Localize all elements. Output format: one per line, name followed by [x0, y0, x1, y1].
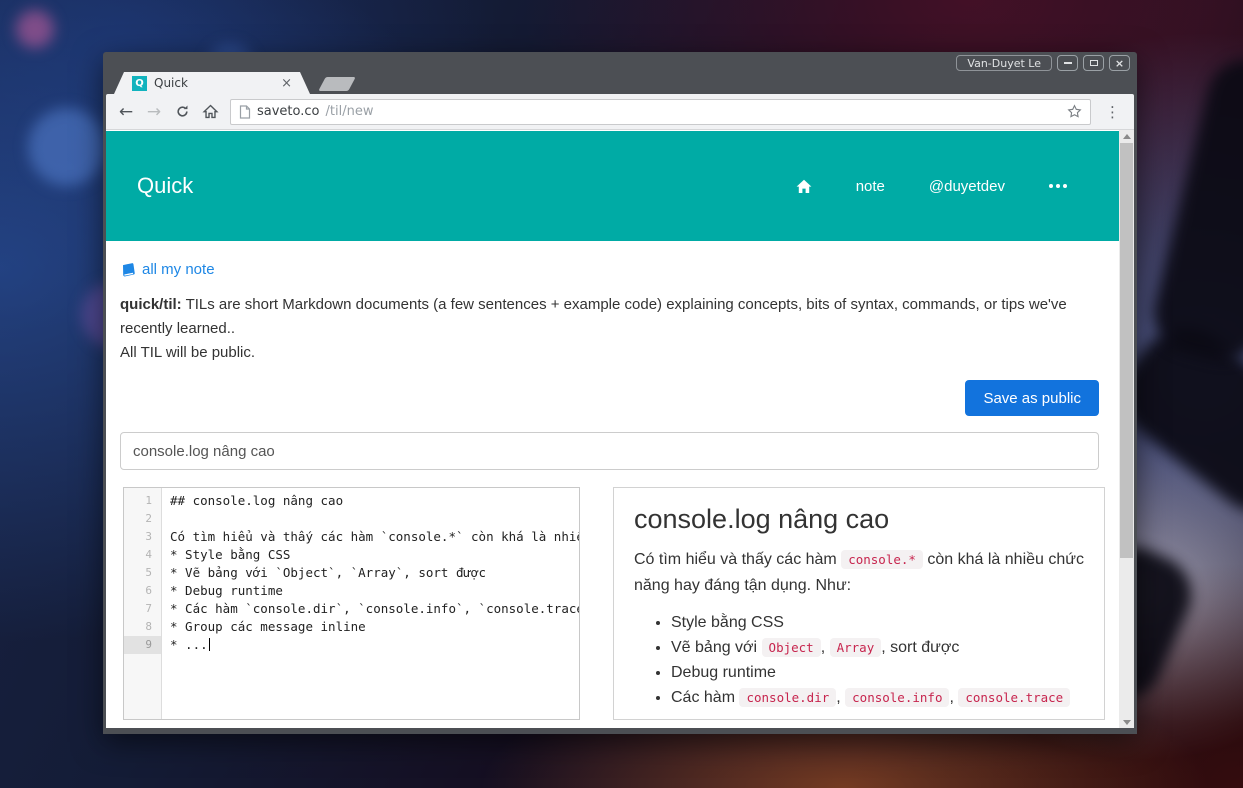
- tab-close-icon[interactable]: ×: [281, 76, 292, 91]
- tab-strip: Q Quick ×: [106, 72, 1134, 94]
- nav-more-icon[interactable]: [1049, 184, 1067, 188]
- forward-button[interactable]: →: [142, 100, 166, 124]
- page-content: all my note quick/til: TILs are short Ma…: [106, 261, 1119, 470]
- text-cursor: [209, 638, 210, 651]
- editor-line-number: 6: [124, 582, 161, 600]
- editor-line[interactable]: * Style bằng CSS: [170, 546, 579, 564]
- preview-list: Style bằng CSSVẽ bảng với Object, Array,…: [634, 611, 1084, 710]
- note-title-input[interactable]: [120, 432, 1099, 470]
- bokeh-light: [16, 10, 54, 48]
- editor-line-number: 4: [124, 546, 161, 564]
- editor-line[interactable]: * Group các message inline: [170, 618, 579, 636]
- inline-code: console.info: [845, 688, 949, 707]
- nav-home-icon[interactable]: [796, 179, 812, 194]
- site-brand[interactable]: Quick: [137, 173, 193, 199]
- window-titlebar[interactable]: Van-Duyet Le ×: [106, 52, 1134, 72]
- preview-list-item: Debug runtime: [671, 661, 1084, 685]
- browser-window: Van-Duyet Le × Q Quick × ← →: [103, 52, 1137, 734]
- scroll-down-button[interactable]: [1119, 716, 1134, 728]
- browser-tab[interactable]: Q Quick ×: [114, 72, 310, 94]
- browser-viewport: Quick note @duyetdev all my note: [106, 130, 1134, 728]
- close-icon: ×: [1115, 57, 1124, 70]
- maximize-icon: [1090, 60, 1098, 66]
- editor-line[interactable]: [170, 510, 579, 528]
- bokeh-light: [28, 108, 106, 186]
- preview-list-item: Các hàm console.dir, console.info, conso…: [671, 686, 1084, 710]
- book-icon: [120, 262, 136, 278]
- maximize-button[interactable]: [1083, 55, 1104, 71]
- site-nav: note @duyetdev: [796, 178, 1067, 195]
- editor-line-number: 8: [124, 618, 161, 636]
- crowd-silhouette: [1145, 51, 1243, 369]
- home-button[interactable]: [198, 100, 222, 124]
- back-icon: ←: [119, 102, 133, 122]
- bookmark-star-icon[interactable]: [1067, 104, 1082, 119]
- scroll-up-button[interactable]: [1119, 130, 1134, 142]
- save-as-public-button[interactable]: Save as public: [965, 380, 1099, 416]
- back-button[interactable]: ←: [114, 100, 138, 124]
- editor-gutter: 123456789: [124, 488, 162, 719]
- intro-line2: All TIL will be public.: [120, 341, 1099, 365]
- viewport-scrollbar[interactable]: [1119, 130, 1134, 728]
- new-tab-button[interactable]: [318, 77, 355, 91]
- intro-bold: quick/til:: [120, 296, 182, 313]
- inline-code: console.dir: [739, 688, 836, 707]
- editor-line-number: 5: [124, 564, 161, 582]
- inline-code: Object: [762, 638, 821, 657]
- nav-item-note[interactable]: note: [856, 178, 885, 195]
- editor-line[interactable]: * Các hàm `console.dir`, `console.info`,…: [170, 600, 579, 618]
- page-icon: [239, 105, 251, 119]
- scroll-up-icon: [1123, 134, 1131, 139]
- preview-list-item: Style bằng CSS: [671, 611, 1084, 635]
- minimize-button[interactable]: [1057, 55, 1078, 71]
- editor-line-number: 3: [124, 528, 161, 546]
- editor-line-number: 1: [124, 492, 161, 510]
- intro-text: quick/til: TILs are short Markdown docum…: [120, 293, 1099, 365]
- preview-list-item: Vẽ bảng với Object, Array, sort được: [671, 636, 1084, 660]
- window-title-label[interactable]: Van-Duyet Le: [956, 55, 1052, 71]
- browser-toolbar: ← → saveto.co/til/new ⋮: [106, 94, 1134, 130]
- editor-line[interactable]: * Debug runtime: [170, 582, 579, 600]
- scroll-down-icon: [1123, 720, 1131, 725]
- editor-line-number: 9: [124, 636, 161, 654]
- close-button[interactable]: ×: [1109, 55, 1130, 71]
- minimize-icon: [1064, 62, 1072, 64]
- web-page: Quick note @duyetdev all my note: [106, 130, 1119, 728]
- reload-icon: [175, 104, 190, 119]
- editor-line[interactable]: * ...: [170, 636, 579, 654]
- site-header: Quick note @duyetdev: [106, 131, 1119, 241]
- editor-line[interactable]: * Vẽ bảng với `Object`, `Array`, sort đư…: [170, 564, 579, 582]
- home-icon: [202, 103, 219, 120]
- nav-item-username[interactable]: @duyetdev: [929, 178, 1005, 195]
- editor-line[interactable]: Có tìm hiểu và thấy các hàm `console.*` …: [170, 528, 579, 546]
- editor-line-number: 2: [124, 510, 161, 528]
- editor-line-number: 7: [124, 600, 161, 618]
- url-path: /til/new: [326, 104, 374, 119]
- inline-code: console.*: [841, 550, 923, 569]
- markdown-preview[interactable]: console.log nâng cao Có tìm hiểu và thấy…: [613, 487, 1105, 720]
- address-bar[interactable]: saveto.co/til/new: [230, 99, 1091, 125]
- inline-code: Array: [830, 638, 882, 657]
- tab-favicon: Q: [132, 76, 147, 91]
- reload-button[interactable]: [170, 100, 194, 124]
- preview-heading: console.log nâng cao: [634, 504, 1084, 535]
- markdown-editor[interactable]: 123456789 ## console.log nâng cao Có tìm …: [123, 487, 580, 720]
- editor-preview-split: 123456789 ## console.log nâng cao Có tìm …: [106, 487, 1119, 720]
- preview-paragraph: Có tìm hiểu và thấy các hàm console.* cò…: [634, 547, 1084, 599]
- scrollbar-thumb[interactable]: [1120, 143, 1133, 558]
- tab-title: Quick: [154, 76, 274, 90]
- inline-code: console.trace: [958, 688, 1070, 707]
- url-host: saveto.co: [257, 104, 320, 119]
- intro-body: TILs are short Markdown documents (a few…: [120, 296, 1067, 337]
- browser-menu-icon[interactable]: ⋮: [1099, 103, 1126, 121]
- forward-icon: →: [147, 102, 161, 122]
- editor-line[interactable]: ## console.log nâng cao: [170, 492, 579, 510]
- editor-code[interactable]: ## console.log nâng cao Có tìm hiểu và th…: [162, 488, 579, 719]
- all-my-note-link[interactable]: all my note: [142, 261, 215, 278]
